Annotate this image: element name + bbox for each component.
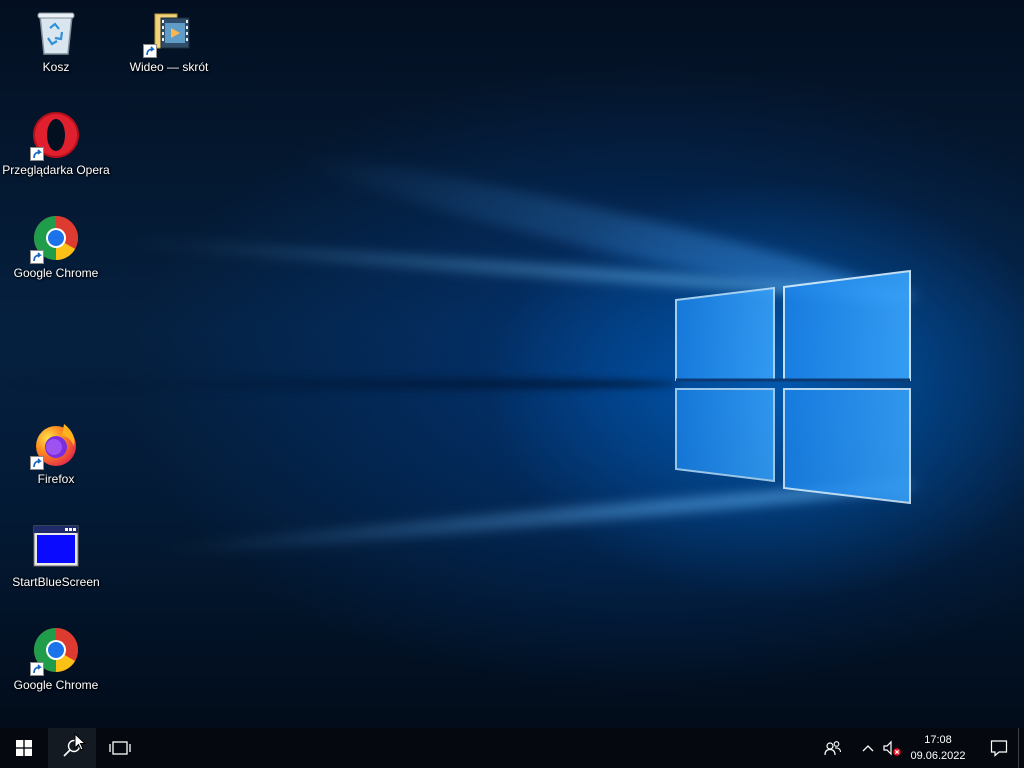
video-folder-icon xyxy=(143,8,193,58)
shortcut-arrow-icon xyxy=(30,456,44,470)
windows-logo-icon xyxy=(16,740,32,756)
desktop-icon-label: Firefox xyxy=(37,472,75,486)
shortcut-arrow-icon xyxy=(30,147,44,161)
people-icon xyxy=(824,741,842,756)
wallpaper-light-beam xyxy=(0,378,680,390)
opera-icon xyxy=(30,111,80,161)
people-button[interactable] xyxy=(818,728,848,768)
action-center-button[interactable] xyxy=(978,728,1020,768)
desktop-wallpaper[interactable] xyxy=(0,0,1024,728)
task-view-icon xyxy=(109,741,131,755)
firefox-icon xyxy=(30,420,80,470)
start-button[interactable] xyxy=(0,728,48,768)
desktop-icon-label: Wideo — skrót xyxy=(129,60,209,74)
chrome-icon xyxy=(30,214,80,264)
desktop-icon-recycle-bin[interactable]: Kosz xyxy=(2,8,110,74)
taskbar-clock[interactable]: 17:08 09.06.2022 xyxy=(898,728,978,768)
search-button[interactable] xyxy=(48,728,96,768)
mouse-cursor-icon xyxy=(74,733,86,751)
desktop-icon-firefox[interactable]: Firefox xyxy=(2,420,110,486)
shortcut-arrow-icon xyxy=(30,662,44,676)
recycle-bin-icon xyxy=(32,8,80,56)
desktop-icon-label: Google Chrome xyxy=(13,678,99,692)
desktop-icon-label: Google Chrome xyxy=(13,266,99,280)
desktop-icon-label: Kosz xyxy=(42,60,70,74)
bluescreen-app-icon xyxy=(32,523,80,571)
clock-time: 17:08 xyxy=(924,734,952,746)
chevron-up-icon xyxy=(862,745,874,752)
desktop-icon-startbluescreen[interactable]: StartBlueScreen xyxy=(2,523,110,589)
wallpaper-window-logo xyxy=(670,268,915,508)
chrome-icon xyxy=(30,626,80,676)
task-view-button[interactable] xyxy=(96,728,144,768)
show-desktop-button[interactable] xyxy=(1018,728,1024,768)
desktop-icon-chrome[interactable]: Google Chrome xyxy=(2,214,110,280)
desktop-icon-video-shortcut[interactable]: Wideo — skrót xyxy=(115,8,223,74)
shortcut-arrow-icon xyxy=(30,250,44,264)
desktop-icon-label: Przeglądarka Opera xyxy=(2,163,110,177)
action-center-icon xyxy=(990,740,1008,757)
taskbar: 17:08 09.06.2022 xyxy=(0,728,1024,768)
desktop-icon-chrome[interactable]: Google Chrome xyxy=(2,626,110,692)
desktop-icon-opera[interactable]: Przeglądarka Opera xyxy=(2,111,110,177)
desktop-icon-label: StartBlueScreen xyxy=(12,575,100,589)
show-hidden-icons-button[interactable] xyxy=(856,728,880,768)
shortcut-arrow-icon xyxy=(143,44,157,58)
clock-date: 09.06.2022 xyxy=(910,750,966,762)
